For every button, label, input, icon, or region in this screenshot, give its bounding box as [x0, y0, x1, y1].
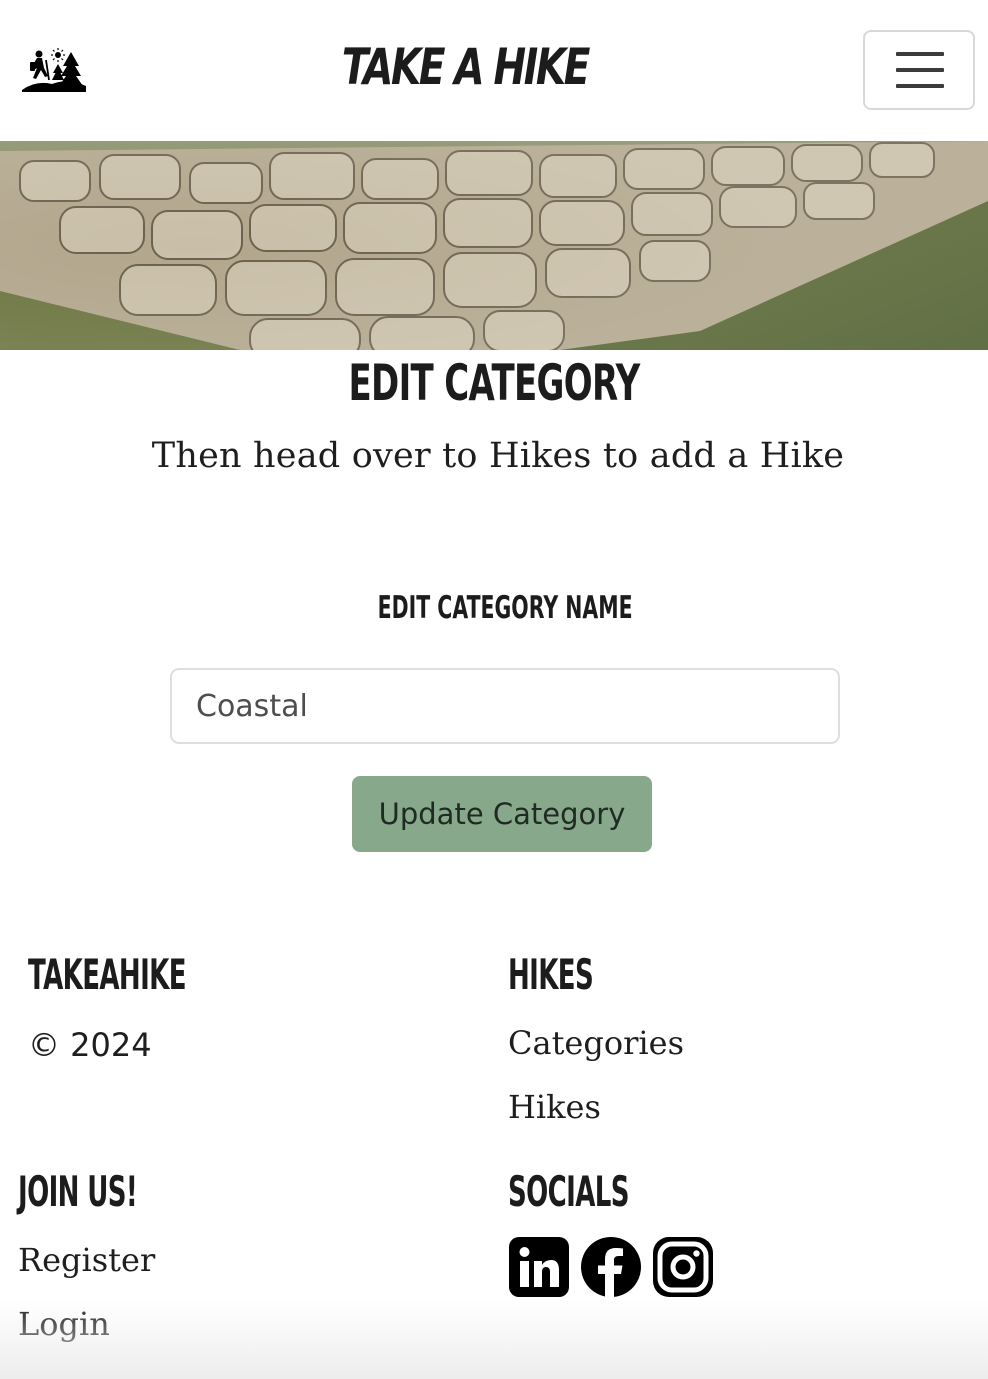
footer-socials-heading: SOCIALS — [508, 1167, 629, 1216]
footer-link-login[interactable]: Login — [18, 1305, 110, 1343]
footer-link-categories[interactable]: Categories — [508, 1024, 684, 1062]
footer-hikes-heading-wrap: HIKES — [508, 950, 645, 999]
social-icons — [508, 1236, 714, 1298]
hero-banner-image — [0, 141, 988, 350]
copyright-text: © 2024 — [28, 1026, 152, 1064]
facebook-icon[interactable] — [580, 1236, 642, 1298]
footer-link-hikes[interactable]: Hikes — [508, 1088, 601, 1126]
brand-title[interactable]: TAKE A HIKE — [102, 38, 827, 96]
page-subtitle: Then head over to Hikes to add a Hike — [151, 436, 845, 476]
footer-brand-heading: TAKEAHIKE — [28, 950, 187, 999]
navbar-toggler-button[interactable] — [863, 30, 975, 110]
page-title: EDIT CATEGORY — [348, 354, 640, 412]
footer-brand-heading-wrap: TAKEAHIKE — [28, 950, 283, 999]
bottom-shadow — [0, 1300, 988, 1379]
footer-link-register[interactable]: Register — [18, 1241, 155, 1279]
page-title-wrap: EDIT CATEGORY — [0, 354, 988, 412]
navbar: TAKE A HIKE — [0, 0, 988, 141]
hiker-trees-logo-icon[interactable] — [22, 46, 86, 92]
stone-wall-grass-banner — [0, 141, 988, 350]
footer-socials-heading-wrap: SOCIALS — [508, 1167, 703, 1216]
hamburger-menu-icon — [896, 52, 944, 56]
category-name-label: EDIT CATEGORY NAME — [377, 590, 633, 626]
instagram-icon[interactable] — [652, 1236, 714, 1298]
linkedin-icon[interactable] — [508, 1236, 570, 1298]
category-name-input[interactable] — [170, 668, 840, 744]
footer-hikes-heading: HIKES — [508, 950, 594, 999]
update-category-button[interactable]: Update Category — [352, 776, 652, 852]
field-label-wrap: EDIT CATEGORY NAME — [0, 590, 988, 626]
footer-join-heading: JOIN US! — [18, 1167, 138, 1216]
footer-join-heading-wrap: JOIN US! — [18, 1167, 210, 1216]
